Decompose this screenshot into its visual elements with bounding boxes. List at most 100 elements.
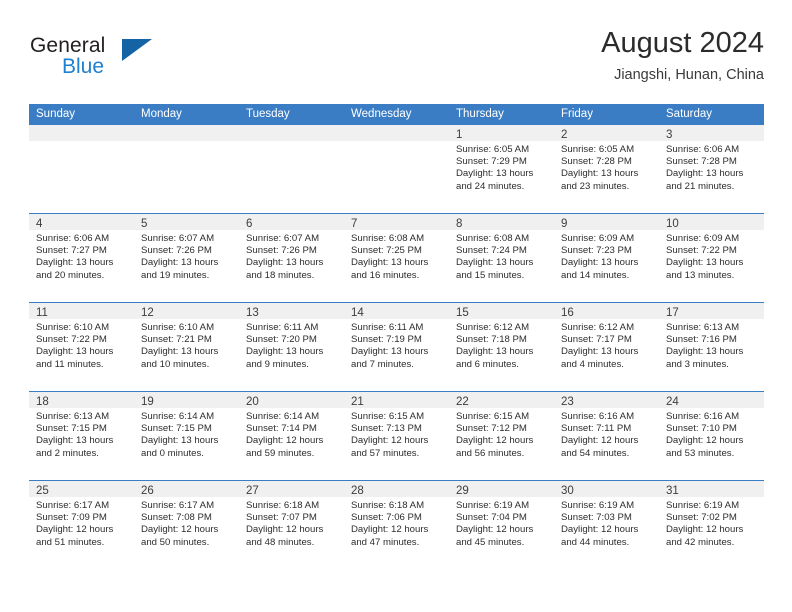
daylight-duration-line2: and 44 minutes. xyxy=(561,536,630,548)
calendar-day-cell[interactable]: 10 Sunrise: 6:09 AM Sunset: 7:22 PM Dayligh… xyxy=(659,214,764,302)
day-number: 30 xyxy=(561,485,574,497)
calendar-day-cell[interactable]: 5 Sunrise: 6:07 AM Sunset: 7:26 PM Daylight… xyxy=(134,214,239,302)
calendar-day-cell[interactable]: 19 Sunrise: 6:14 AM Sunset: 7:15 PM Dayligh… xyxy=(134,392,239,480)
calendar-day-cell[interactable]: 15 Sunrise: 6:12 AM Sunset: 7:18 PM Dayligh… xyxy=(449,303,554,391)
sunset-time: Sunset: 7:03 PM xyxy=(561,512,632,524)
calendar-day-cell[interactable]: 2 Sunrise: 6:05 AM Sunset: 7:28 PM Daylight… xyxy=(554,125,659,213)
daylight-duration-line1: Daylight: 12 hours xyxy=(36,524,114,536)
calendar-day-cell[interactable]: 26 Sunrise: 6:17 AM Sunset: 7:08 PM Dayligh… xyxy=(134,481,239,569)
daylight-duration-line2: and 16 minutes. xyxy=(351,269,420,281)
day-number: 9 xyxy=(561,218,568,230)
calendar-day-cell[interactable]: 9 Sunrise: 6:09 AM Sunset: 7:23 PM Daylight… xyxy=(554,214,659,302)
calendar-day-cell[interactable]: 27 Sunrise: 6:18 AM Sunset: 7:07 PM Dayligh… xyxy=(239,481,344,569)
day-sun-info: Sunrise: 6:10 AM Sunset: 7:21 PM Daylight:… xyxy=(134,319,239,371)
calendar-day-cell[interactable]: 29 Sunrise: 6:19 AM Sunset: 7:04 PM Dayligh… xyxy=(449,481,554,569)
daylight-duration-line2: and 15 minutes. xyxy=(456,269,525,281)
day-number-band: 10 xyxy=(659,214,764,230)
day-number: 22 xyxy=(456,396,469,408)
sunrise-time: Sunrise: 6:14 AM xyxy=(246,411,320,422)
calendar-day-cell[interactable]: 12 Sunrise: 6:10 AM Sunset: 7:21 PM Dayligh… xyxy=(134,303,239,391)
sunset-time: Sunset: 7:06 PM xyxy=(351,512,422,524)
calendar-day-cell[interactable]: 17 Sunrise: 6:13 AM Sunset: 7:16 PM Dayligh… xyxy=(659,303,764,391)
day-number: 12 xyxy=(141,307,154,319)
day-number-band: 26 xyxy=(134,481,239,497)
calendar-day-cell[interactable]: 25 Sunrise: 6:17 AM Sunset: 7:09 PM Dayligh… xyxy=(29,481,134,569)
calendar-day-cell[interactable]: 11 Sunrise: 6:10 AM Sunset: 7:22 PM Dayligh… xyxy=(29,303,134,391)
daylight-duration-line2: and 18 minutes. xyxy=(246,269,315,281)
day-number-band: 16 xyxy=(554,303,659,319)
calendar-day-cell[interactable]: 1 Sunrise: 6:05 AM Sunset: 7:29 PM Daylight… xyxy=(449,125,554,213)
calendar-day-cell[interactable]: 20 Sunrise: 6:14 AM Sunset: 7:14 PM Dayligh… xyxy=(239,392,344,480)
calendar-day-cell[interactable]: 22 Sunrise: 6:15 AM Sunset: 7:12 PM Dayligh… xyxy=(449,392,554,480)
daylight-duration-line2: and 14 minutes. xyxy=(561,269,630,281)
calendar-day-cell[interactable]: 6 Sunrise: 6:07 AM Sunset: 7:26 PM Daylight… xyxy=(239,214,344,302)
daylight-duration-line2: and 2 minutes. xyxy=(36,447,99,459)
day-number: 10 xyxy=(666,218,679,230)
sunset-time: Sunset: 7:28 PM xyxy=(666,156,737,168)
calendar-day-cell[interactable]: 16 Sunrise: 6:12 AM Sunset: 7:17 PM Dayligh… xyxy=(554,303,659,391)
sunrise-time: Sunrise: 6:10 AM xyxy=(141,322,215,333)
sunset-time: Sunset: 7:22 PM xyxy=(36,334,107,346)
calendar-day-cell[interactable]: 18 Sunrise: 6:13 AM Sunset: 7:15 PM Dayligh… xyxy=(29,392,134,480)
sunrise-time: Sunrise: 6:18 AM xyxy=(246,500,320,511)
day-number: 19 xyxy=(141,396,154,408)
sunrise-time: Sunrise: 6:14 AM xyxy=(141,411,215,422)
brand-logo[interactable]: General Blue xyxy=(30,34,160,82)
daylight-duration-line1: Daylight: 13 hours xyxy=(666,257,744,269)
day-number-band: 6 xyxy=(239,214,344,230)
day-sun-info: Sunrise: 6:16 AM Sunset: 7:11 PM Daylight:… xyxy=(554,408,659,460)
calendar-day-cell[interactable]: 3 Sunrise: 6:06 AM Sunset: 7:28 PM Daylight… xyxy=(659,125,764,213)
daylight-duration-line1: Daylight: 13 hours xyxy=(246,346,324,358)
sunset-time: Sunset: 7:09 PM xyxy=(36,512,107,524)
day-sun-info: Sunrise: 6:13 AM Sunset: 7:16 PM Daylight:… xyxy=(659,319,764,371)
calendar-grid: Sunday Monday Tuesday Wednesday Thursday… xyxy=(29,104,764,569)
daylight-duration-line1: Daylight: 12 hours xyxy=(246,524,324,536)
day-sun-info: Sunrise: 6:09 AM Sunset: 7:23 PM Daylight:… xyxy=(554,230,659,282)
sunset-time: Sunset: 7:12 PM xyxy=(456,423,527,435)
calendar-day-cell[interactable]: 28 Sunrise: 6:18 AM Sunset: 7:06 PM Dayligh… xyxy=(344,481,449,569)
calendar-day-cell-empty xyxy=(344,125,449,213)
day-number-band: 12 xyxy=(134,303,239,319)
day-sun-info: Sunrise: 6:19 AM Sunset: 7:03 PM Daylight:… xyxy=(554,497,659,549)
day-number-band: 14 xyxy=(344,303,449,319)
day-number-band: 31 xyxy=(659,481,764,497)
daylight-duration-line2: and 57 minutes. xyxy=(351,447,420,459)
day-sun-info: Sunrise: 6:08 AM Sunset: 7:25 PM Daylight:… xyxy=(344,230,449,282)
calendar-day-cell[interactable]: 4 Sunrise: 6:06 AM Sunset: 7:27 PM Daylight… xyxy=(29,214,134,302)
day-number-band: 18 xyxy=(29,392,134,408)
day-number: 26 xyxy=(141,485,154,497)
calendar-day-cell[interactable]: 31 Sunrise: 6:19 AM Sunset: 7:02 PM Dayligh… xyxy=(659,481,764,569)
calendar-day-cell[interactable]: 7 Sunrise: 6:08 AM Sunset: 7:25 PM Daylight… xyxy=(344,214,449,302)
sunrise-time: Sunrise: 6:08 AM xyxy=(456,233,530,244)
day-number-band: 7 xyxy=(344,214,449,230)
day-sun-info: Sunrise: 6:05 AM Sunset: 7:29 PM Daylight:… xyxy=(449,141,554,193)
daylight-duration-line2: and 53 minutes. xyxy=(666,447,735,459)
calendar-day-cell[interactable]: 23 Sunrise: 6:16 AM Sunset: 7:11 PM Dayligh… xyxy=(554,392,659,480)
daylight-duration-line1: Daylight: 12 hours xyxy=(351,524,429,536)
day-number: 21 xyxy=(351,396,364,408)
calendar-day-cell[interactable]: 14 Sunrise: 6:11 AM Sunset: 7:19 PM Dayligh… xyxy=(344,303,449,391)
calendar-week-row: 25 Sunrise: 6:17 AM Sunset: 7:09 PM Dayligh… xyxy=(29,480,764,569)
sunset-time: Sunset: 7:24 PM xyxy=(456,245,527,257)
sunrise-time: Sunrise: 6:13 AM xyxy=(36,411,110,422)
daylight-duration-line1: Daylight: 13 hours xyxy=(456,346,534,358)
calendar-day-cell[interactable]: 30 Sunrise: 6:19 AM Sunset: 7:03 PM Dayligh… xyxy=(554,481,659,569)
sunrise-time: Sunrise: 6:10 AM xyxy=(36,322,110,333)
calendar-day-cell[interactable]: 24 Sunrise: 6:16 AM Sunset: 7:10 PM Dayligh… xyxy=(659,392,764,480)
day-number-band: 11 xyxy=(29,303,134,319)
day-number: 13 xyxy=(246,307,259,319)
page-subtitle: Jiangshi, Hunan, China xyxy=(614,67,764,83)
sunrise-time: Sunrise: 6:05 AM xyxy=(561,144,635,155)
daylight-duration-line2: and 20 minutes. xyxy=(36,269,105,281)
daylight-duration-line1: Daylight: 13 hours xyxy=(36,257,114,269)
sunset-time: Sunset: 7:04 PM xyxy=(456,512,527,524)
day-sun-info: Sunrise: 6:11 AM Sunset: 7:20 PM Daylight:… xyxy=(239,319,344,371)
sunrise-time: Sunrise: 6:16 AM xyxy=(561,411,635,422)
sunrise-time: Sunrise: 6:15 AM xyxy=(456,411,530,422)
calendar-day-cell[interactable]: 21 Sunrise: 6:15 AM Sunset: 7:13 PM Dayligh… xyxy=(344,392,449,480)
day-number: 28 xyxy=(351,485,364,497)
calendar-day-cell[interactable]: 8 Sunrise: 6:08 AM Sunset: 7:24 PM Daylight… xyxy=(449,214,554,302)
day-sun-info: Sunrise: 6:16 AM Sunset: 7:10 PM Daylight:… xyxy=(659,408,764,460)
calendar-day-cell[interactable]: 13 Sunrise: 6:11 AM Sunset: 7:20 PM Dayligh… xyxy=(239,303,344,391)
day-sun-info: Sunrise: 6:06 AM Sunset: 7:28 PM Daylight:… xyxy=(659,141,764,193)
